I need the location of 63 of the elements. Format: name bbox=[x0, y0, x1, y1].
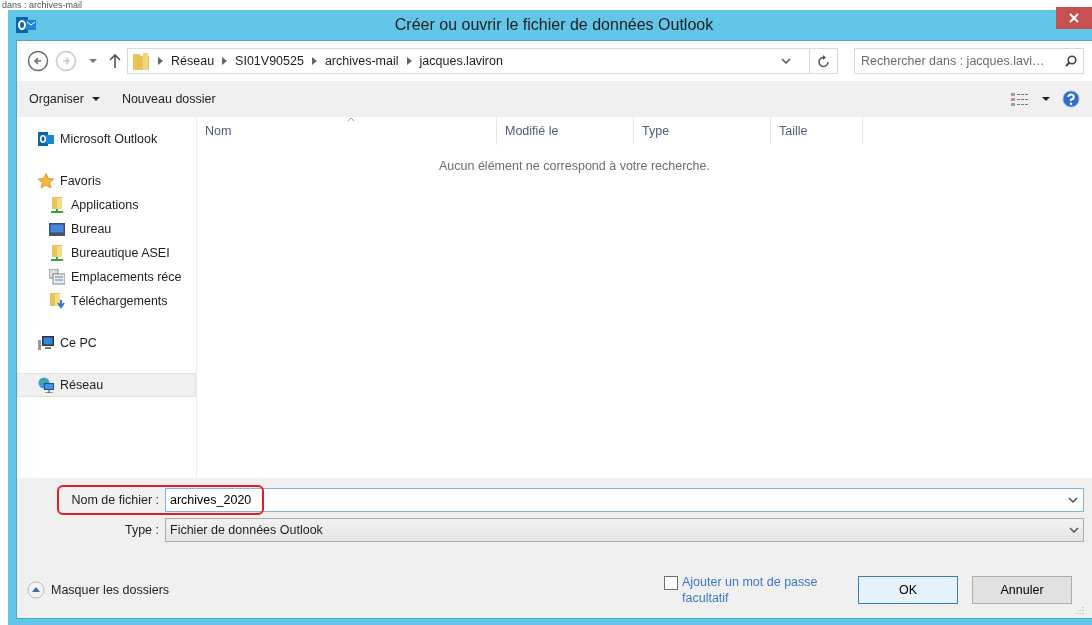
caret-icon bbox=[89, 59, 97, 63]
chevron-right-icon bbox=[406, 57, 412, 65]
network-icon bbox=[38, 377, 54, 393]
refresh-icon bbox=[817, 54, 830, 68]
field-label: Type : bbox=[123, 521, 160, 539]
star-icon bbox=[38, 173, 54, 189]
ok-button[interactable]: OK bbox=[858, 576, 958, 604]
breadcrumb-item[interactable]: archives-mail bbox=[324, 51, 399, 71]
downloads-folder-icon bbox=[49, 293, 65, 309]
breadcrumb-item[interactable]: SI01V90525 bbox=[235, 51, 304, 71]
column-header[interactable]: Modifié le bbox=[497, 117, 634, 145]
up-arrow-icon bbox=[109, 53, 121, 69]
caret-icon bbox=[1041, 97, 1050, 101]
navigation-item[interactable]: Réseau bbox=[17, 373, 196, 397]
dropdown-icon bbox=[1069, 527, 1079, 533]
file-type-dropdown[interactable]: Fichier de données Outlook bbox=[165, 518, 1084, 542]
navigation-item[interactable]: Emplacements réce bbox=[17, 265, 196, 289]
navigation-item[interactable]: Microsoft Outlook bbox=[17, 127, 196, 151]
folder-icon bbox=[132, 51, 150, 71]
dropdown-icon bbox=[781, 58, 791, 64]
navigation-item[interactable]: Téléchargements bbox=[17, 289, 196, 313]
view-options-icon bbox=[1011, 92, 1029, 106]
search-icon bbox=[1065, 55, 1077, 67]
search-field[interactable]: Rechercher dans : jacques.lavi… bbox=[854, 48, 1084, 74]
navigation-item[interactable]: Applications bbox=[17, 193, 196, 217]
organize-menu[interactable]: Organiser bbox=[29, 89, 100, 109]
dropdown-icon bbox=[1068, 497, 1078, 503]
column-header[interactable]: Taille bbox=[771, 117, 863, 145]
breadcrumb-item[interactable]: jacques.laviron bbox=[419, 51, 503, 71]
recent-places-icon bbox=[49, 269, 65, 285]
navigation-item[interactable]: Ce PC bbox=[17, 331, 196, 355]
outlook-icon bbox=[38, 131, 54, 147]
column-header[interactable]: Type bbox=[634, 117, 771, 145]
hide-folders-button[interactable]: Masquer les dossiers bbox=[17, 580, 170, 600]
new-folder-button[interactable]: Nouveau dossier bbox=[121, 89, 216, 109]
outlook-icon bbox=[16, 16, 36, 34]
computer-icon bbox=[38, 335, 54, 351]
chevron-right-icon bbox=[311, 57, 317, 65]
field-label: Nom de fichier : bbox=[70, 491, 160, 509]
password-option-label[interactable]: Ajouter un mot de passe facultatif bbox=[682, 574, 844, 606]
back-button[interactable] bbox=[27, 50, 49, 72]
chevron-right-icon bbox=[158, 57, 163, 65]
empty-message: Aucun élément ne correspond à votre recherche. bbox=[438, 158, 711, 175]
close-button[interactable] bbox=[1056, 7, 1092, 29]
chevron-right-icon bbox=[222, 57, 228, 65]
cancel-button[interactable]: Annuler bbox=[972, 576, 1072, 604]
network-folder-icon bbox=[49, 245, 65, 261]
navigation-item[interactable]: Favoris bbox=[17, 169, 196, 193]
column-header[interactable]: Nom bbox=[197, 117, 497, 145]
window-title: Créer ou ouvrir le fichier de données Outlook bbox=[393, 15, 715, 35]
resize-grip-icon bbox=[1076, 606, 1084, 614]
navigation-item[interactable]: Bureau bbox=[17, 217, 196, 241]
breadcrumb-item[interactable]: Réseau bbox=[171, 51, 215, 71]
navigation-item[interactable]: Bureautique ASEI bbox=[17, 241, 196, 265]
address-bar[interactable]: Réseau SI01V90525 archives-mail jacques.laviron bbox=[127, 48, 838, 74]
network-folder-icon bbox=[49, 197, 65, 213]
filename-field[interactable]: archives_2020 bbox=[165, 488, 1084, 512]
close-icon bbox=[1069, 13, 1079, 23]
password-checkbox[interactable] bbox=[664, 576, 678, 590]
background-search-text: dans : archives-mail bbox=[2, 0, 83, 10]
desktop-icon bbox=[49, 221, 65, 237]
collapse-icon bbox=[27, 581, 45, 599]
help-icon bbox=[1062, 90, 1080, 108]
